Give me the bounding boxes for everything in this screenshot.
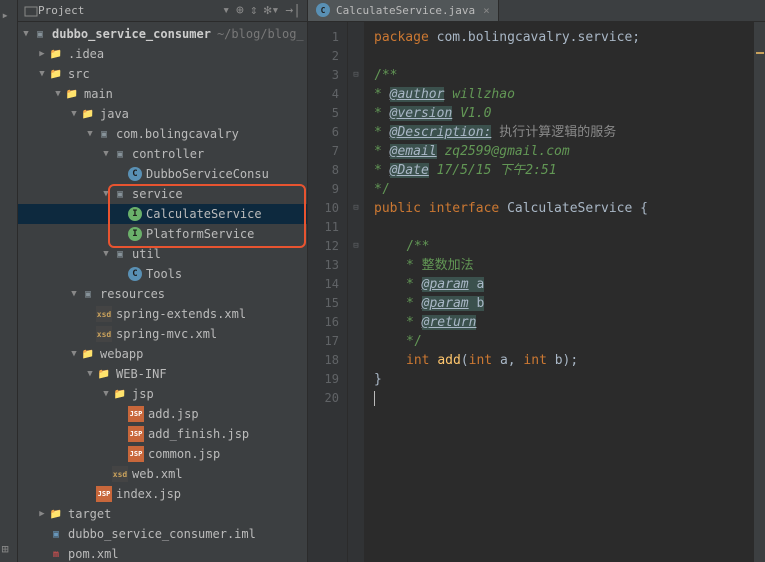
tree-plat-service[interactable]: IPlatformService: [18, 224, 307, 244]
tree-util[interactable]: ▼▣util: [18, 244, 307, 264]
line-numbers: 1234567891011121314151617181920: [308, 22, 348, 562]
hide-icon[interactable]: →|: [285, 3, 301, 18]
tree-ext-xml[interactable]: xsdspring-extends.xml: [18, 304, 307, 324]
java-class-icon: C: [316, 3, 330, 17]
project-icon: [24, 4, 38, 18]
tree-webxml[interactable]: xsdweb.xml: [18, 464, 307, 484]
dropdown-icon[interactable]: ▾: [222, 3, 230, 18]
warning-marker[interactable]: [756, 52, 764, 54]
code-editor[interactable]: 1234567891011121314151617181920 ⊟ ⊟ ⊟ pa…: [308, 22, 765, 562]
close-icon[interactable]: ×: [483, 4, 490, 17]
tree-indexjsp[interactable]: JSPindex.jsp: [18, 484, 307, 504]
caret: [374, 391, 375, 406]
tree-main[interactable]: ▼📁main: [18, 84, 307, 104]
project-tree[interactable]: ▼▣dubbo_service_consumer~/blog/blog_ ▶📁.…: [18, 22, 307, 562]
tree-pom[interactable]: mpom.xml: [18, 544, 307, 562]
fold-gutter[interactable]: ⊟ ⊟ ⊟: [348, 22, 364, 562]
editor-area: C CalculateService.java × 12345678910111…: [308, 0, 765, 562]
tree-controller[interactable]: ▼▣controller: [18, 144, 307, 164]
project-panel: Project ▾ ⊕ ⇕ ✻▾ →| ▼▣dubbo_service_cons…: [18, 0, 308, 562]
tree-mvc-xml[interactable]: xsdspring-mvc.xml: [18, 324, 307, 344]
tree-target[interactable]: ▶📁target: [18, 504, 307, 524]
tree-idea[interactable]: ▶📁.idea: [18, 44, 307, 64]
project-tool-icon[interactable]: ▸: [2, 8, 16, 22]
tree-root[interactable]: ▼▣dubbo_service_consumer~/blog/blog_: [18, 24, 307, 44]
tree-java[interactable]: ▼📁java: [18, 104, 307, 124]
tree-addjsp[interactable]: JSPadd.jsp: [18, 404, 307, 424]
tree-service[interactable]: ▼▣service: [18, 184, 307, 204]
ide-root: ▸ ⊞ Project ▾ ⊕ ⇕ ✻▾ →| ▼▣dubbo_service_…: [0, 0, 765, 562]
tree-src[interactable]: ▼📁src: [18, 64, 307, 84]
tree-pkg[interactable]: ▼▣com.bolingcavalry: [18, 124, 307, 144]
tree-dubbo-ctrl[interactable]: CDubboServiceConsu: [18, 164, 307, 184]
structure-tool-icon[interactable]: ⊞: [2, 542, 16, 556]
tree-iml[interactable]: ▣dubbo_service_consumer.iml: [18, 524, 307, 544]
tab-calculate-service[interactable]: C CalculateService.java ×: [308, 0, 499, 21]
tree-resources[interactable]: ▼▣resources: [18, 284, 307, 304]
collapse-icon[interactable]: ⇕: [250, 3, 258, 18]
editor-tabs: C CalculateService.java ×: [308, 0, 765, 22]
tab-label: CalculateService.java: [336, 4, 475, 17]
tree-commonjsp[interactable]: JSPcommon.jsp: [18, 444, 307, 464]
tree-addfjsp[interactable]: JSPadd_finish.jsp: [18, 424, 307, 444]
project-panel-header: Project ▾ ⊕ ⇕ ✻▾ →|: [18, 0, 307, 22]
tree-webinf[interactable]: ▼📁WEB-INF: [18, 364, 307, 384]
left-gutter: ▸ ⊞: [0, 0, 18, 562]
right-marker-bar[interactable]: [753, 22, 765, 562]
gear-icon[interactable]: ✻▾: [264, 3, 280, 18]
tree-jsp[interactable]: ▼📁jsp: [18, 384, 307, 404]
tree-calc-service[interactable]: ICalculateService: [18, 204, 307, 224]
tree-tools[interactable]: CTools: [18, 264, 307, 284]
code-content[interactable]: package com.bolingcavalry.service; /** *…: [364, 22, 753, 562]
tree-webapp[interactable]: ▼📁webapp: [18, 344, 307, 364]
project-panel-title: Project: [38, 4, 216, 17]
target-icon[interactable]: ⊕: [236, 3, 244, 18]
